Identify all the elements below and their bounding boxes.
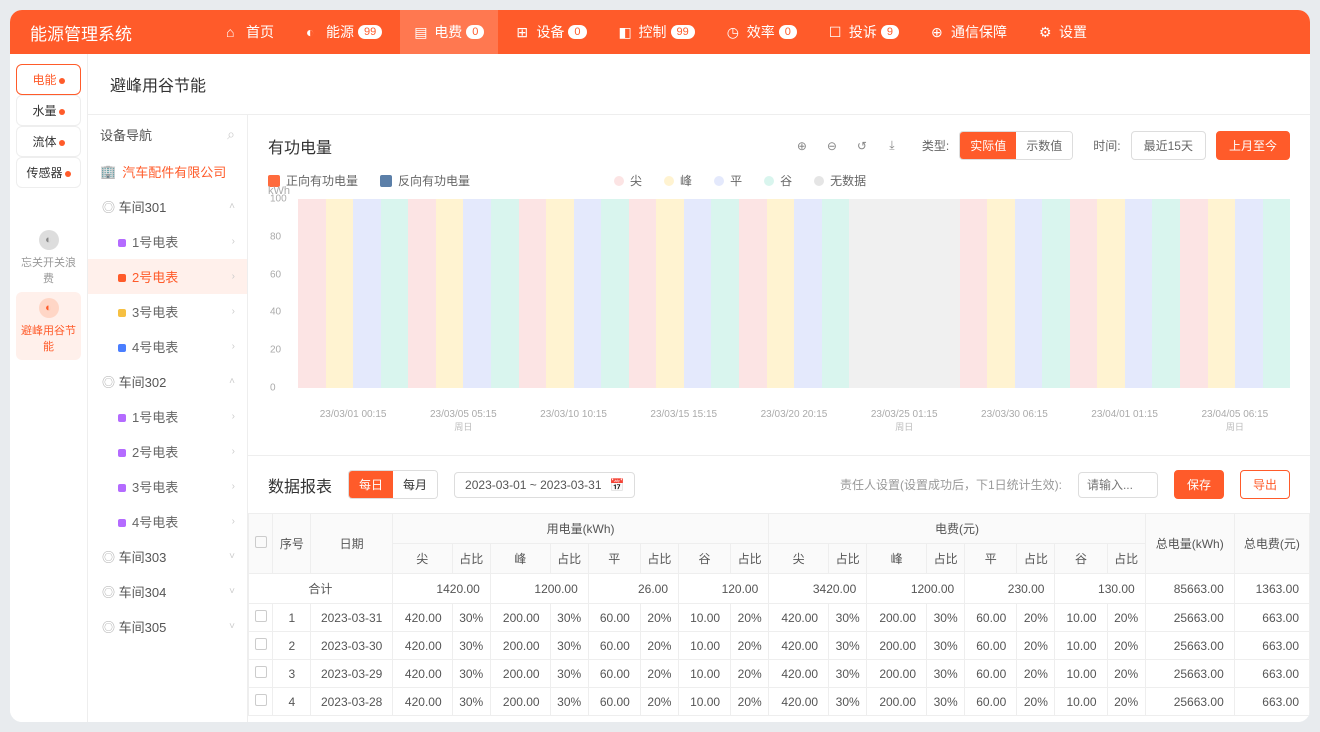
zoom-in-icon[interactable]: ⊕ — [792, 136, 812, 156]
arrow-right-icon: › — [232, 446, 235, 457]
table-row[interactable]: 42023-03-28420.0030%200.0030%60.0020%10.… — [249, 688, 1310, 716]
row-checkbox[interactable] — [255, 610, 267, 622]
nav-device[interactable]: ⊞设备0 — [502, 10, 600, 54]
location-icon: ◎ — [102, 585, 115, 600]
time-range-select[interactable]: 最近15天 — [1131, 131, 1206, 160]
mini-icon: ◐ — [39, 230, 59, 250]
page-title: 避峰用谷节能 — [88, 54, 1310, 115]
tree-node[interactable]: ◎ 车间305˅ — [88, 609, 247, 644]
tree-header: 设备导航 — [100, 125, 152, 144]
rail-tab-流体[interactable]: 流体 — [16, 126, 81, 157]
owner-input[interactable] — [1078, 472, 1158, 498]
arrow-right-icon: › — [232, 236, 235, 247]
tree-leaf[interactable]: 4号电表› — [88, 329, 247, 364]
device-tree: 设备导航 ⌕ 🏢 汽车配件有限公司 ◎ 车间301˄1号电表›2号电表›3号电表… — [88, 115, 248, 722]
left-rail: 电能水量流体传感器 ◐忘关开关浪费◐避峰用谷节能 — [10, 54, 88, 722]
mini-icon: ◐ — [39, 298, 59, 318]
chart-title: 有功电量 — [268, 134, 332, 158]
tree-leaf[interactable]: 2号电表› — [88, 259, 247, 294]
arrow-right-icon: › — [232, 306, 235, 317]
rail-tab-水量[interactable]: 水量 — [16, 95, 81, 126]
nav-complain[interactable]: ☐投诉9 — [815, 10, 913, 54]
chevron-icon: ˅ — [229, 586, 235, 597]
row-checkbox[interactable] — [255, 666, 267, 678]
save-button[interactable]: 保存 — [1174, 470, 1224, 499]
building-icon: 🏢 — [100, 164, 116, 180]
home-icon: ⌂ — [226, 24, 242, 40]
control-icon: ◧ — [619, 24, 635, 40]
arrow-right-icon: › — [232, 481, 235, 492]
device-icon: ⊞ — [516, 24, 532, 40]
tree-leaf[interactable]: 3号电表› — [88, 294, 247, 329]
tree-leaf[interactable]: 2号电表› — [88, 434, 247, 469]
reset-icon[interactable]: ↺ — [852, 136, 872, 156]
eff-icon: ◷ — [727, 24, 743, 40]
settings-icon: ⚙ — [1039, 24, 1055, 40]
location-icon: ◎ — [102, 375, 115, 390]
arrow-right-icon: › — [232, 341, 235, 352]
energy-icon: ◐ — [306, 24, 322, 40]
complain-icon: ☐ — [829, 24, 845, 40]
rail-mini[interactable]: ◐忘关开关浪费 — [16, 224, 81, 292]
row-checkbox[interactable] — [255, 694, 267, 706]
tree-leaf[interactable]: 1号电表› — [88, 399, 247, 434]
location-icon: ◎ — [102, 200, 115, 215]
range-button[interactable]: 上月至今 — [1216, 131, 1290, 160]
date-range-input[interactable]: 2023-03-01 ~ 2023-03-31 📅 — [454, 472, 635, 498]
tree-leaf[interactable]: 3号电表› — [88, 469, 247, 504]
time-label: 时间: — [1093, 137, 1120, 154]
freq-segment[interactable]: 每日 每月 — [348, 470, 438, 499]
location-icon: ◎ — [102, 550, 115, 565]
nav-home[interactable]: ⌂首页 — [212, 10, 288, 54]
nav-comm[interactable]: ⊕通信保障 — [917, 10, 1021, 54]
type-label: 类型: — [922, 137, 949, 154]
tree-leaf[interactable]: 4号电表› — [88, 504, 247, 539]
chevron-icon: ˅ — [229, 551, 235, 562]
arrow-right-icon: › — [232, 516, 235, 527]
search-icon[interactable]: ⌕ — [227, 126, 235, 143]
nav-eff[interactable]: ◷效率0 — [713, 10, 811, 54]
chevron-icon: ˅ — [229, 621, 235, 632]
export-button[interactable]: 导出 — [1240, 470, 1290, 499]
tree-node[interactable]: ◎ 车间304˅ — [88, 574, 247, 609]
calendar-icon: 📅 — [610, 478, 625, 492]
table-row[interactable]: 32023-03-29420.0030%200.0030%60.0020%10.… — [249, 660, 1310, 688]
checkbox-all[interactable] — [255, 536, 267, 548]
nav-bill[interactable]: ▤电费0 — [400, 10, 498, 54]
bill-icon: ▤ — [414, 24, 430, 40]
chevron-icon: ˄ — [229, 376, 235, 387]
table-row[interactable]: 22023-03-30420.0030%200.0030%60.0020%10.… — [249, 632, 1310, 660]
top-nav: ⌂首页◐能源99▤电费0⊞设备0◧控制99◷效率0☐投诉9⊕通信保障⚙设置 — [212, 10, 1101, 54]
top-header: 能源管理系统 ⌂首页◐能源99▤电费0⊞设备0◧控制99◷效率0☐投诉9⊕通信保… — [10, 10, 1310, 54]
rail-tab-电能[interactable]: 电能 — [16, 64, 81, 95]
download-icon[interactable]: ⤓ — [882, 136, 902, 156]
tree-node[interactable]: ◎ 车间301˄ — [88, 189, 247, 224]
comm-icon: ⊕ — [931, 24, 947, 40]
tree-company[interactable]: 🏢 汽车配件有限公司 — [88, 154, 247, 189]
arrow-right-icon: › — [232, 411, 235, 422]
arrow-right-icon: › — [232, 271, 235, 282]
nav-energy[interactable]: ◐能源99 — [292, 10, 396, 54]
tree-leaf[interactable]: 1号电表› — [88, 224, 247, 259]
nav-settings[interactable]: ⚙设置 — [1025, 10, 1101, 54]
table-row[interactable]: 12023-03-31420.0030%200.0030%60.0020%10.… — [249, 604, 1310, 632]
report-title: 数据报表 — [268, 473, 332, 497]
type-segment[interactable]: 实际值 示数值 — [959, 131, 1073, 160]
zoom-out-icon[interactable]: ⊖ — [822, 136, 842, 156]
app-logo: 能源管理系统 — [30, 20, 132, 45]
chevron-icon: ˄ — [229, 201, 235, 212]
tree-node[interactable]: ◎ 车间303˅ — [88, 539, 247, 574]
location-icon: ◎ — [102, 620, 115, 635]
nav-control[interactable]: ◧控制99 — [605, 10, 709, 54]
rail-tab-传感器[interactable]: 传感器 — [16, 157, 81, 188]
rail-mini[interactable]: ◐避峰用谷节能 — [16, 292, 81, 360]
tree-node[interactable]: ◎ 车间302˄ — [88, 364, 247, 399]
row-checkbox[interactable] — [255, 638, 267, 650]
report-table: 序号 日期 用电量(kWh) 电费(元) 总电量(kWh) 总电费(元) 尖占比… — [248, 513, 1310, 716]
energy-chart: kWh 02040608010023/03/01 00:1523/03/05 0… — [298, 199, 1290, 409]
